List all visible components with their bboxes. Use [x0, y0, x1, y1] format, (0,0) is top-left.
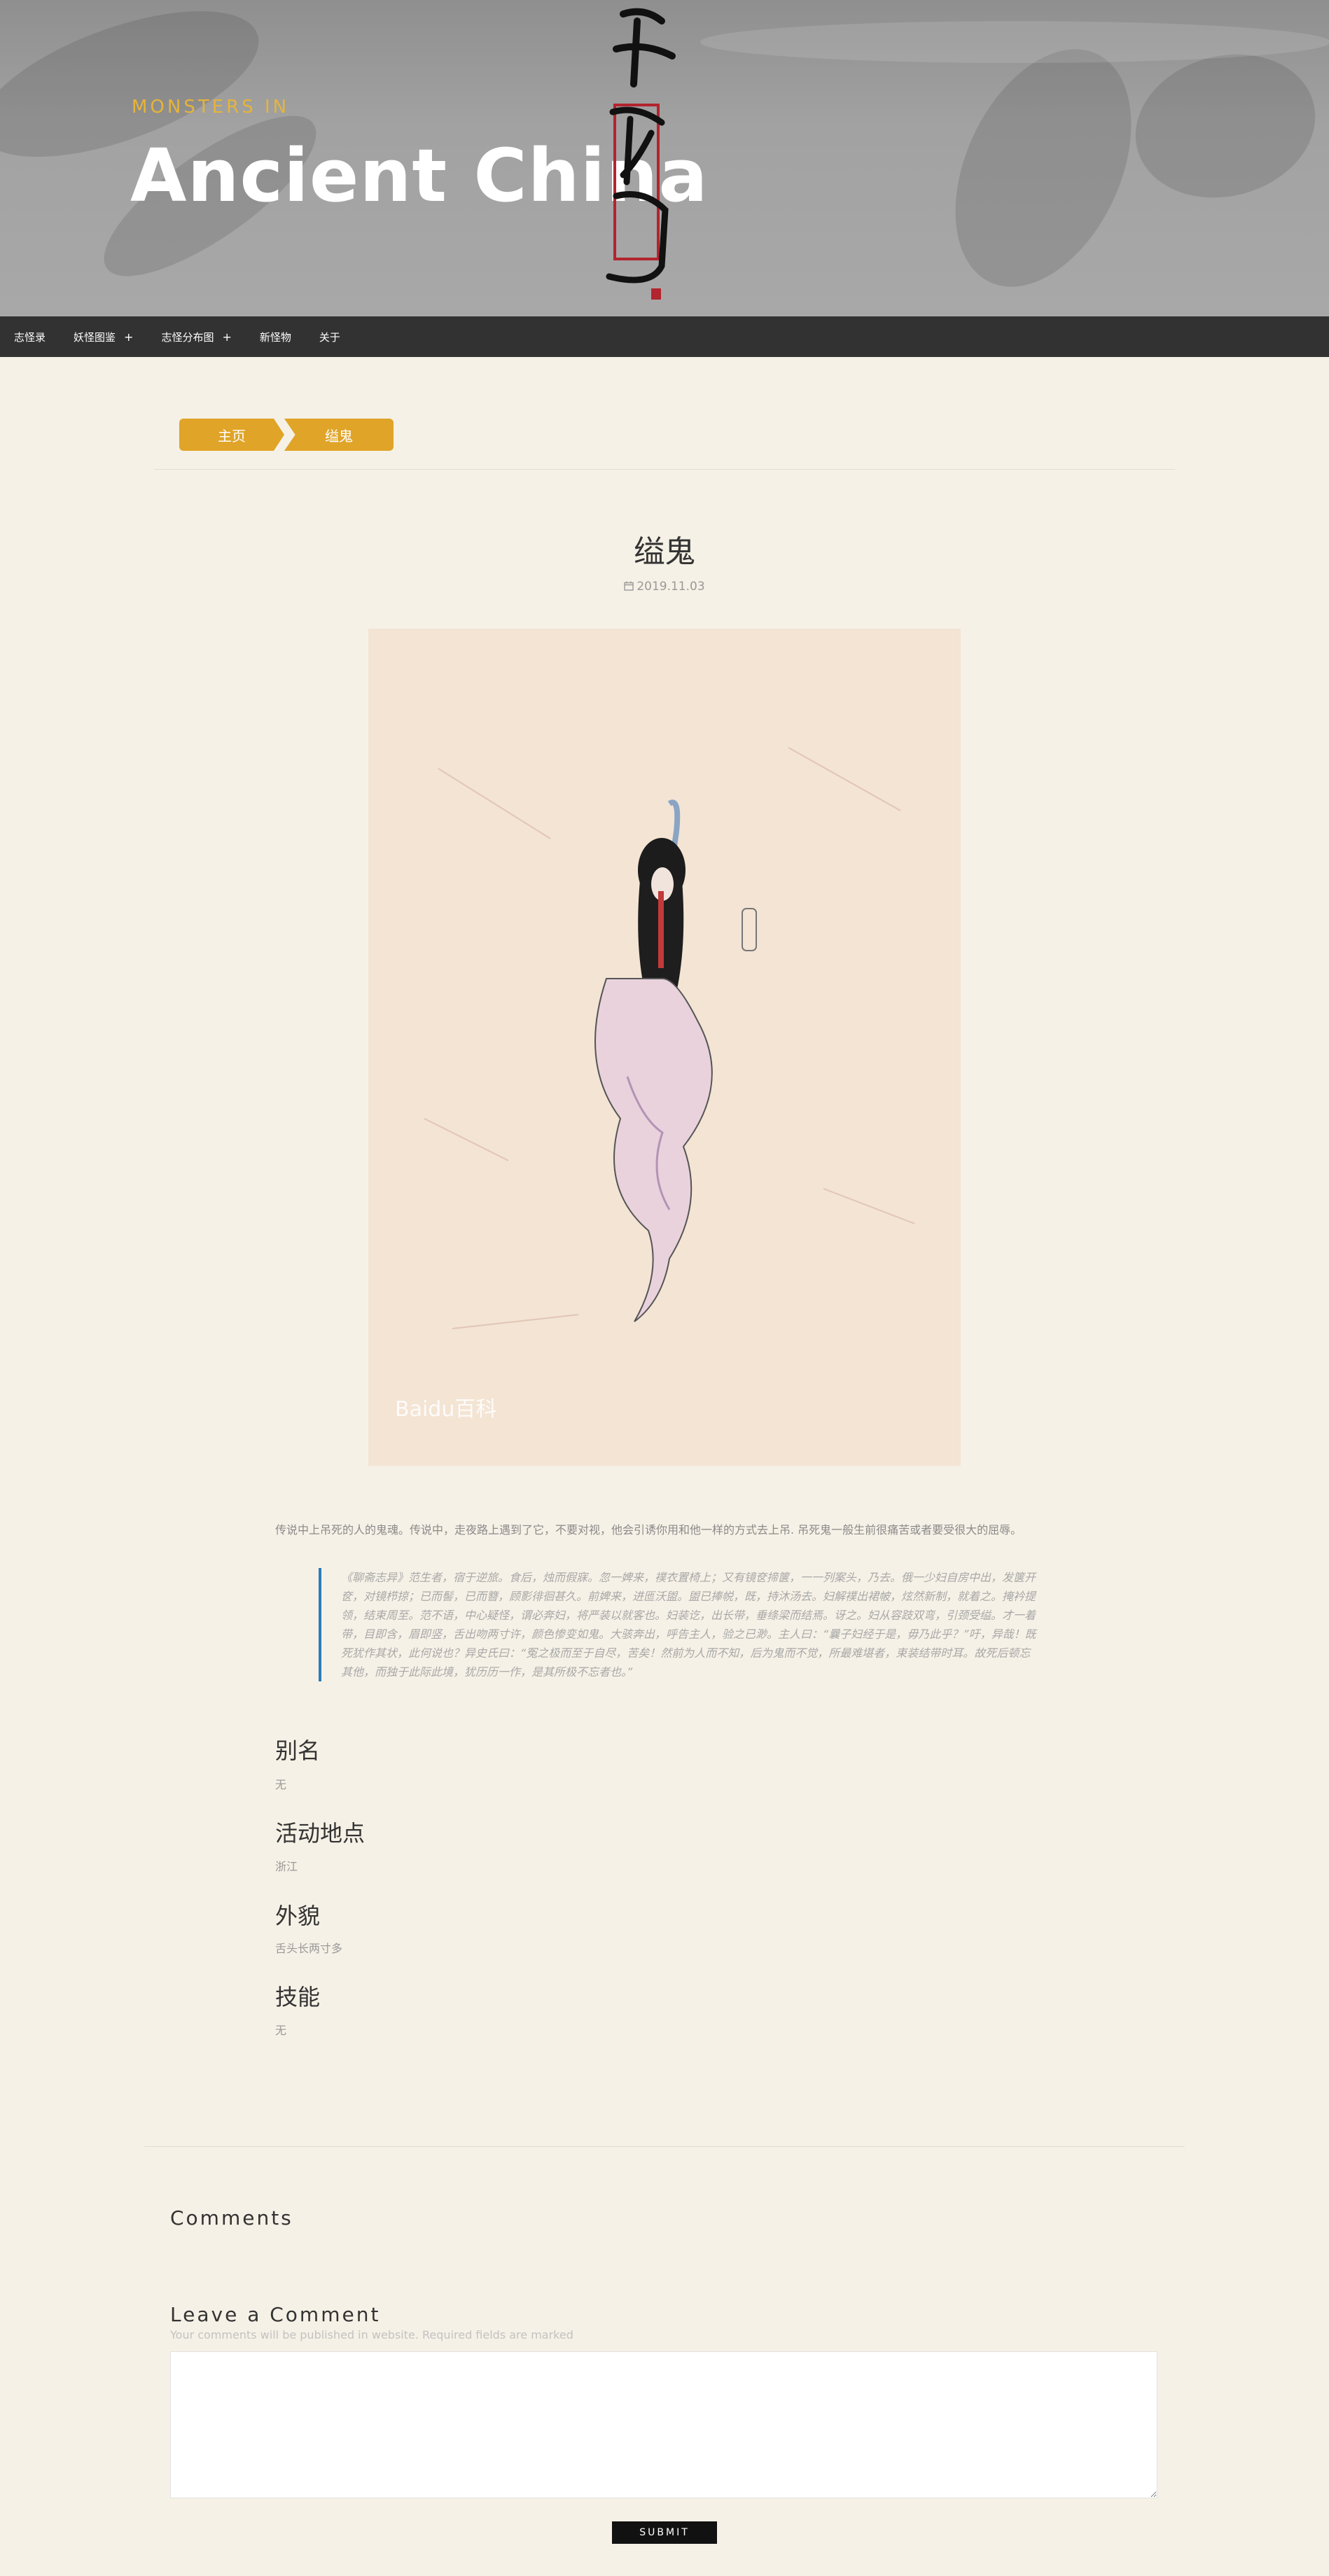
divider: [154, 469, 1175, 470]
ghost-figure-image: [368, 629, 961, 1466]
image-watermark: Baidu百科: [395, 1397, 497, 1422]
calligraphy-logo[interactable]: [595, 0, 700, 308]
breadcrumb-home[interactable]: 主页: [179, 419, 284, 451]
main-nav: 志怪录 妖怪图鉴 + 志怪分布图 + 新怪物 关于: [0, 316, 1329, 357]
comment-textarea[interactable]: [170, 2351, 1157, 2498]
hanged-ghost-illustration: Baidu百科: [368, 629, 961, 1466]
comment-note: Your comments will be published in websi…: [170, 2328, 573, 2342]
nav-item-label: 志怪录: [14, 330, 46, 344]
nav-item-label: 妖怪图鉴: [74, 330, 116, 344]
field-alias-label: 别名: [275, 1737, 321, 1764]
site-header: MONSTERS IN Ancient China: [0, 0, 1329, 316]
field-appearance-label: 外貌: [275, 1903, 321, 1929]
field-location-label: 活动地点: [275, 1820, 366, 1847]
comments-heading: Comments: [170, 2206, 293, 2230]
field-skill-value: 无: [275, 2024, 287, 2037]
calendar-icon: [624, 581, 634, 591]
nav-item-new-monster[interactable]: 新怪物: [246, 316, 305, 357]
nav-item-label: 新怪物: [259, 330, 291, 344]
ink-brush-decoration: [920, 21, 1167, 315]
field-skill-label: 技能: [275, 1984, 321, 2010]
nav-item-about[interactable]: 关于: [305, 316, 354, 357]
site-subtitle: MONSTERS IN: [132, 97, 290, 118]
breadcrumb-current: 缢鬼: [284, 419, 394, 451]
plus-icon[interactable]: +: [124, 330, 133, 344]
field-location-value: 浙江: [275, 1860, 298, 1873]
mist-decoration: [700, 21, 1329, 63]
nav-item-label: 关于: [319, 330, 340, 344]
divider: [144, 2146, 1185, 2147]
submit-button[interactable]: SUBMIT: [612, 2521, 717, 2544]
post-quote: 《聊斋志异》范生者，宿于逆旅。食后，烛而假寐。忽一婢来，襆衣置椅上；又有镜奁揥箧…: [319, 1568, 1038, 1681]
nav-item-zhiguailu[interactable]: 志怪录: [0, 316, 60, 357]
plus-icon[interactable]: +: [222, 330, 231, 344]
field-alias-value: 无: [275, 1778, 287, 1791]
nav-item-distribution-map[interactable]: 志怪分布图 +: [147, 316, 245, 357]
leave-comment-heading: Leave a Comment: [170, 2303, 381, 2326]
nav-item-label: 志怪分布图: [161, 330, 214, 344]
ink-brush-decoration: [1119, 34, 1329, 218]
post-date: 2019.11.03: [636, 580, 705, 594]
field-appearance-value: 舌头长两寸多: [275, 1942, 343, 1955]
post-intro: 传说中上吊死的人的鬼魂。传说中，走夜路上遇到了它，不要对视，他会引诱你用和他一样…: [275, 1523, 1022, 1536]
post-date-row: 2019.11.03: [0, 580, 1329, 594]
nav-item-monster-guide[interactable]: 妖怪图鉴 +: [60, 316, 147, 357]
post-title: 缢鬼: [634, 534, 695, 570]
